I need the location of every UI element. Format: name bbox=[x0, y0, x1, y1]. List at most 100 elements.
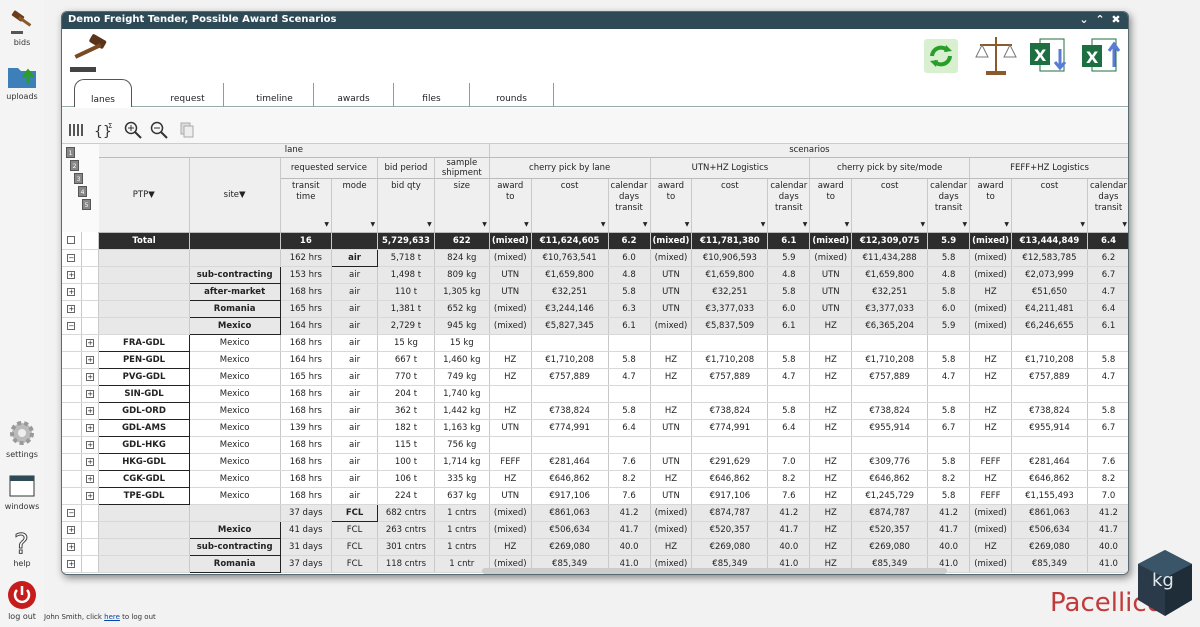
cost-cell[interactable]: €757,889 bbox=[851, 368, 929, 386]
cost-cell[interactable]: €646,862 bbox=[851, 470, 929, 488]
formula-icon[interactable]: {}Σ bbox=[94, 121, 116, 139]
collapse-row-button[interactable]: − bbox=[67, 508, 76, 517]
ptp-column-header[interactable]: PTP▼ bbox=[98, 157, 190, 233]
copy-icon[interactable] bbox=[178, 121, 196, 139]
cost-cell[interactable]: €1,245,729 bbox=[851, 487, 929, 505]
filter-dropdown-icon[interactable]: ▼ bbox=[685, 219, 690, 230]
cost-cell[interactable] bbox=[1011, 385, 1088, 403]
cost-cell[interactable]: €11,624,605 bbox=[531, 232, 609, 250]
cost-cell[interactable]: €774,991 bbox=[531, 419, 609, 437]
cost-cell[interactable]: €6,246,655 bbox=[1011, 317, 1088, 335]
cost-cell[interactable]: €1,710,208 bbox=[691, 351, 769, 369]
restore-window-button[interactable]: ⌃ bbox=[1094, 13, 1106, 26]
cost-cell[interactable]: €738,824 bbox=[531, 402, 609, 420]
filter-dropdown-icon[interactable]: ▼ bbox=[324, 219, 329, 230]
windows-dock-button[interactable]: windows bbox=[0, 474, 44, 511]
uploads-dock-button[interactable]: uploads bbox=[0, 62, 44, 101]
cost-cell[interactable]: €3,244,146 bbox=[531, 300, 609, 318]
cost-cell[interactable]: €861,063 bbox=[1011, 504, 1088, 522]
filter-dropdown-icon[interactable]: ▼ bbox=[1004, 219, 1009, 230]
filter-dropdown-icon[interactable]: ▼ bbox=[601, 219, 606, 230]
cost-cell[interactable]: €12,583,785 bbox=[1011, 249, 1088, 267]
filter-dropdown-icon[interactable]: ▼ bbox=[761, 219, 766, 230]
cost-cell[interactable]: €520,357 bbox=[851, 521, 929, 539]
filter-dropdown-icon[interactable]: ▼ bbox=[845, 219, 850, 230]
cost-cell[interactable]: €3,377,033 bbox=[691, 300, 769, 318]
filter-dropdown-icon[interactable]: ▼ bbox=[371, 219, 376, 230]
cost-cell[interactable]: €738,824 bbox=[851, 402, 929, 420]
lane-row[interactable]: + FRA-GDL Mexico 168 hrs air 15 kg 15 kg bbox=[62, 333, 1128, 352]
expand-row-button[interactable]: + bbox=[86, 406, 95, 415]
level-5-button[interactable]: 5 bbox=[82, 199, 91, 210]
award-to-header-3[interactable]: award to ▼ bbox=[809, 178, 853, 233]
cost-cell[interactable]: €1,710,208 bbox=[851, 351, 929, 369]
cost-cell[interactable]: €955,914 bbox=[1011, 419, 1088, 437]
cost-cell[interactable]: €917,106 bbox=[531, 487, 609, 505]
cost-cell[interactable]: €1,710,208 bbox=[531, 351, 609, 369]
cost-cell[interactable]: €291,629 bbox=[691, 453, 769, 471]
tab-timeline[interactable]: timeline bbox=[236, 83, 314, 107]
filter-dropdown-icon[interactable]: ▼ bbox=[643, 219, 648, 230]
excel-upload-icon[interactable]: X bbox=[1080, 33, 1124, 79]
cost-cell[interactable]: €1,155,493 bbox=[1011, 487, 1088, 505]
cost-cell[interactable]: €5,837,509 bbox=[691, 317, 769, 335]
filter-dropdown-icon[interactable]: ▼ bbox=[239, 190, 246, 200]
cost-cell[interactable]: €281,464 bbox=[531, 453, 609, 471]
window-titlebar[interactable]: Demo Freight Tender, Possible Award Scen… bbox=[62, 12, 1128, 29]
cost-cell[interactable]: €269,080 bbox=[851, 538, 929, 556]
cost-cell[interactable]: €309,776 bbox=[851, 453, 929, 471]
cost-cell[interactable]: €269,080 bbox=[691, 538, 769, 556]
cost-cell[interactable] bbox=[1011, 436, 1088, 454]
cost-cell[interactable]: €4,211,481 bbox=[1011, 300, 1088, 318]
total-row[interactable]: − Total 16 5,729,633 622 (mixed) €11,624,605 6.… bbox=[62, 232, 1128, 250]
cost-header-1[interactable]: cost ▼ bbox=[531, 178, 609, 233]
cost-cell[interactable] bbox=[691, 436, 769, 454]
columns-icon[interactable] bbox=[68, 121, 86, 139]
zoom-in-icon[interactable] bbox=[124, 121, 142, 139]
expand-row-button[interactable]: + bbox=[67, 525, 76, 534]
filter-dropdown-icon[interactable]: ▼ bbox=[427, 219, 432, 230]
award-to-header-1[interactable]: award to ▼ bbox=[489, 178, 532, 233]
cost-cell[interactable]: €955,914 bbox=[851, 419, 929, 437]
filter-dropdown-icon[interactable]: ▼ bbox=[962, 219, 967, 230]
cost-cell[interactable]: €1,659,800 bbox=[691, 266, 769, 284]
cost-cell[interactable]: €757,889 bbox=[531, 368, 609, 386]
expand-row-button[interactable]: + bbox=[67, 287, 76, 296]
level-1-button[interactable]: 1 bbox=[66, 147, 75, 158]
cost-cell[interactable]: €1,710,208 bbox=[1011, 351, 1088, 369]
tab-awards[interactable]: awards bbox=[314, 83, 394, 107]
expand-row-button[interactable]: + bbox=[86, 457, 95, 466]
cost-cell[interactable]: €281,464 bbox=[1011, 453, 1088, 471]
award-to-header-4[interactable]: award to ▼ bbox=[969, 178, 1012, 233]
expand-row-button[interactable]: + bbox=[86, 491, 95, 500]
cost-cell[interactable] bbox=[531, 436, 609, 454]
cost-cell[interactable]: €874,787 bbox=[851, 504, 929, 522]
collapse-row-button[interactable]: − bbox=[67, 321, 76, 330]
cost-cell[interactable]: €11,781,380 bbox=[691, 232, 769, 250]
site-column-header[interactable]: site▼ bbox=[189, 157, 281, 233]
cost-cell[interactable] bbox=[531, 334, 609, 352]
filter-dropdown-icon[interactable]: ▼ bbox=[524, 219, 529, 230]
expand-row-button[interactable]: + bbox=[86, 389, 95, 398]
cost-cell[interactable]: €506,634 bbox=[1011, 521, 1088, 539]
cost-cell[interactable]: €861,063 bbox=[531, 504, 609, 522]
lane-row[interactable]: + PVG-GDL Mexico 165 hrs air 770 t 749 kg HZ €75… bbox=[62, 367, 1128, 386]
group-row[interactable]: + sub-contracting 153 hrs air 1,498 t 809 kg U… bbox=[62, 265, 1128, 284]
group-row[interactable]: + Romania 165 hrs air 1,381 t 652 kg (mixed) €3… bbox=[62, 299, 1128, 318]
expand-row-button[interactable]: + bbox=[86, 338, 95, 347]
cost-cell[interactable]: €32,251 bbox=[691, 283, 769, 301]
cost-cell[interactable] bbox=[531, 385, 609, 403]
group-row[interactable]: −37 days FCL 682 cntrs 1 cntrs (mixed) €861,0… bbox=[62, 503, 1128, 522]
filter-dropdown-icon[interactable]: ▼ bbox=[482, 219, 487, 230]
calendar-days-header-2[interactable]: calendar days transit ▼ bbox=[767, 178, 811, 233]
filter-dropdown-icon[interactable]: ▼ bbox=[148, 190, 155, 200]
collapse-row-button[interactable]: − bbox=[67, 253, 76, 262]
cost-cell[interactable]: €10,906,593 bbox=[691, 249, 769, 267]
cost-cell[interactable]: €2,073,999 bbox=[1011, 266, 1088, 284]
lane-row[interactable]: + CGK-GDL Mexico 168 hrs air 106 t 335 kg HZ €64… bbox=[62, 469, 1128, 488]
cost-cell[interactable]: €646,862 bbox=[531, 470, 609, 488]
help-dock-button[interactable]: ? help bbox=[0, 527, 44, 568]
filter-dropdown-icon[interactable]: ▼ bbox=[1080, 219, 1085, 230]
filter-dropdown-icon[interactable]: ▼ bbox=[803, 219, 808, 230]
filter-dropdown-icon[interactable]: ▼ bbox=[921, 219, 926, 230]
